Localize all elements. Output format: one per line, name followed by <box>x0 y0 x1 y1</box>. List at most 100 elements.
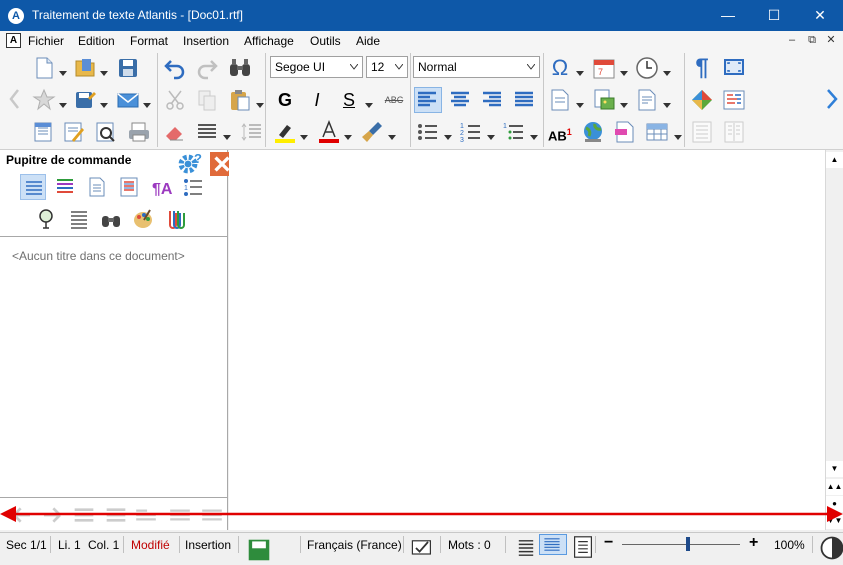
panel-headings-icon[interactable] <box>52 174 78 200</box>
undo-icon[interactable] <box>163 56 187 80</box>
binoculars-find-icon[interactable] <box>228 56 252 80</box>
menu-edition[interactable]: Edition <box>78 34 115 48</box>
insert-date-icon[interactable]: 7 <box>592 56 616 80</box>
page-break-dropdown-icon[interactable] <box>576 98 584 108</box>
favorites-star-icon[interactable] <box>32 88 56 112</box>
highlight-dropdown-icon[interactable] <box>300 130 308 140</box>
panel-close-icon[interactable] <box>210 152 234 176</box>
justify-button[interactable] <box>512 88 536 112</box>
multilevel-list-icon[interactable]: 1 <box>502 120 526 144</box>
menu-outils[interactable]: Outils <box>310 34 341 48</box>
menu-fichier[interactable]: Fichier <box>28 34 64 48</box>
minimize-button[interactable]: — <box>705 0 751 31</box>
menu-insertion[interactable]: Insertion <box>183 34 229 48</box>
font-name-combo[interactable]: Segoe UI <box>270 56 363 78</box>
style-combo[interactable]: Normal <box>413 56 540 78</box>
print-icon[interactable] <box>127 120 151 144</box>
insert-globe-link-icon[interactable] <box>581 120 605 144</box>
normal-view-icon[interactable] <box>539 534 567 555</box>
zoom-percentage[interactable]: 100% <box>774 538 805 552</box>
panel-bookmarks-icon[interactable] <box>116 174 142 200</box>
panel-outline-icon[interactable] <box>20 174 46 200</box>
paragraph-dropdown-icon[interactable] <box>223 130 231 140</box>
bullet-dropdown-icon[interactable] <box>444 130 452 140</box>
picture-dropdown-icon[interactable] <box>620 98 628 108</box>
panel-clipboard-icon[interactable] <box>162 206 188 232</box>
strikethrough-button[interactable]: ABC <box>380 88 408 112</box>
bold-button[interactable]: G <box>273 88 297 112</box>
insert-field-icon[interactable] <box>635 88 659 112</box>
save-as-icon[interactable] <box>73 88 97 112</box>
align-left-button[interactable] <box>414 87 442 113</box>
multilevel-dropdown-icon[interactable] <box>530 130 538 140</box>
doc-close-icon[interactable]: ✕ <box>823 33 839 49</box>
underline-button[interactable]: S <box>337 88 361 112</box>
maximize-button[interactable]: ☐ <box>751 0 797 31</box>
panel-styles-icon[interactable]: ¶A <box>148 174 174 200</box>
date-dropdown-icon[interactable] <box>620 66 628 76</box>
font-color-dropdown-icon[interactable] <box>344 130 352 140</box>
line-spacing-icon[interactable] <box>240 120 264 144</box>
time-dropdown-icon[interactable] <box>663 66 671 76</box>
panel-settings-gear-icon[interactable] <box>176 152 198 174</box>
save-icon[interactable] <box>116 56 140 80</box>
spellcheck-icon[interactable] <box>410 536 431 555</box>
format-painter-icon[interactable] <box>360 120 384 144</box>
bulleted-list-icon[interactable] <box>416 120 440 144</box>
header-footer-icon[interactable] <box>690 120 714 144</box>
align-right-button[interactable] <box>480 88 504 112</box>
status-save-icon[interactable] <box>247 538 270 561</box>
redo-icon[interactable] <box>195 56 219 80</box>
cut-icon[interactable] <box>163 88 187 112</box>
change-case-button[interactable]: AB1 <box>548 120 574 144</box>
numbering-dropdown-icon[interactable] <box>487 130 495 140</box>
open-folder-icon[interactable] <box>73 56 97 80</box>
toolbar-scroll-left-icon[interactable] <box>2 87 19 111</box>
columns-icon[interactable] <box>722 120 746 144</box>
favorites-dropdown-icon[interactable] <box>59 98 67 108</box>
previous-page-icon[interactable]: ▲▲ <box>826 479 843 495</box>
insert-picture-icon[interactable] <box>592 88 616 112</box>
highlight-color-icon[interactable] <box>273 120 297 144</box>
paragraph-lines-icon[interactable] <box>195 120 219 144</box>
open-dropdown-icon[interactable] <box>100 66 108 76</box>
vertical-scrollbar[interactable]: ▲ ▼ ▲▲ ● ▼▼ <box>825 150 843 530</box>
status-language[interactable]: Français (France) <box>307 538 402 552</box>
font-color-icon[interactable] <box>317 119 341 144</box>
full-screen-icon[interactable] <box>722 56 746 80</box>
page-layout-view-icon[interactable] <box>571 535 592 558</box>
panel-lists-icon[interactable]: 1 <box>180 174 206 200</box>
menu-affichage[interactable]: Affichage <box>244 34 294 48</box>
field-dropdown-icon[interactable] <box>663 98 671 108</box>
paste-dropdown-icon[interactable] <box>256 98 264 108</box>
find-in-document-icon[interactable] <box>94 120 118 144</box>
panel-page-icon[interactable] <box>84 174 110 200</box>
scroll-down-icon[interactable]: ▼ <box>826 461 843 477</box>
symbol-dropdown-icon[interactable] <box>576 66 584 76</box>
underline-dropdown-icon[interactable] <box>365 98 373 108</box>
table-dropdown-icon[interactable] <box>674 130 682 140</box>
contrast-theme-icon[interactable] <box>820 536 843 560</box>
zoom-slider-thumb[interactable] <box>686 537 691 551</box>
document-statistics-icon[interactable] <box>722 88 746 112</box>
insert-comment-icon[interactable] <box>613 120 637 144</box>
close-button[interactable]: ✕ <box>797 0 843 31</box>
save-as-dropdown-icon[interactable] <box>100 98 108 108</box>
zoom-slider-track[interactable] <box>622 544 740 545</box>
italic-button[interactable]: I <box>305 88 329 112</box>
numbered-list-icon[interactable]: 123 <box>459 120 483 144</box>
new-document-icon[interactable] <box>32 56 56 80</box>
new-dropdown-icon[interactable] <box>59 66 67 76</box>
document-editing-area[interactable] <box>229 150 825 530</box>
align-center-button[interactable] <box>448 88 472 112</box>
panel-palette-icon[interactable] <box>130 206 156 232</box>
menu-aide[interactable]: Aide <box>356 34 380 48</box>
show-formatting-marks-button[interactable]: ¶ <box>690 56 714 80</box>
doc-minimize-icon[interactable]: – <box>784 33 800 49</box>
insert-table-icon[interactable] <box>645 120 669 144</box>
panel-zoom-icon[interactable] <box>34 206 60 232</box>
document-menu-icon[interactable]: A <box>6 33 21 48</box>
atlantis-logo-icon[interactable]: A <box>8 8 24 24</box>
doc-restore-icon[interactable]: ⧉ <box>804 33 820 49</box>
menu-format[interactable]: Format <box>130 34 168 48</box>
